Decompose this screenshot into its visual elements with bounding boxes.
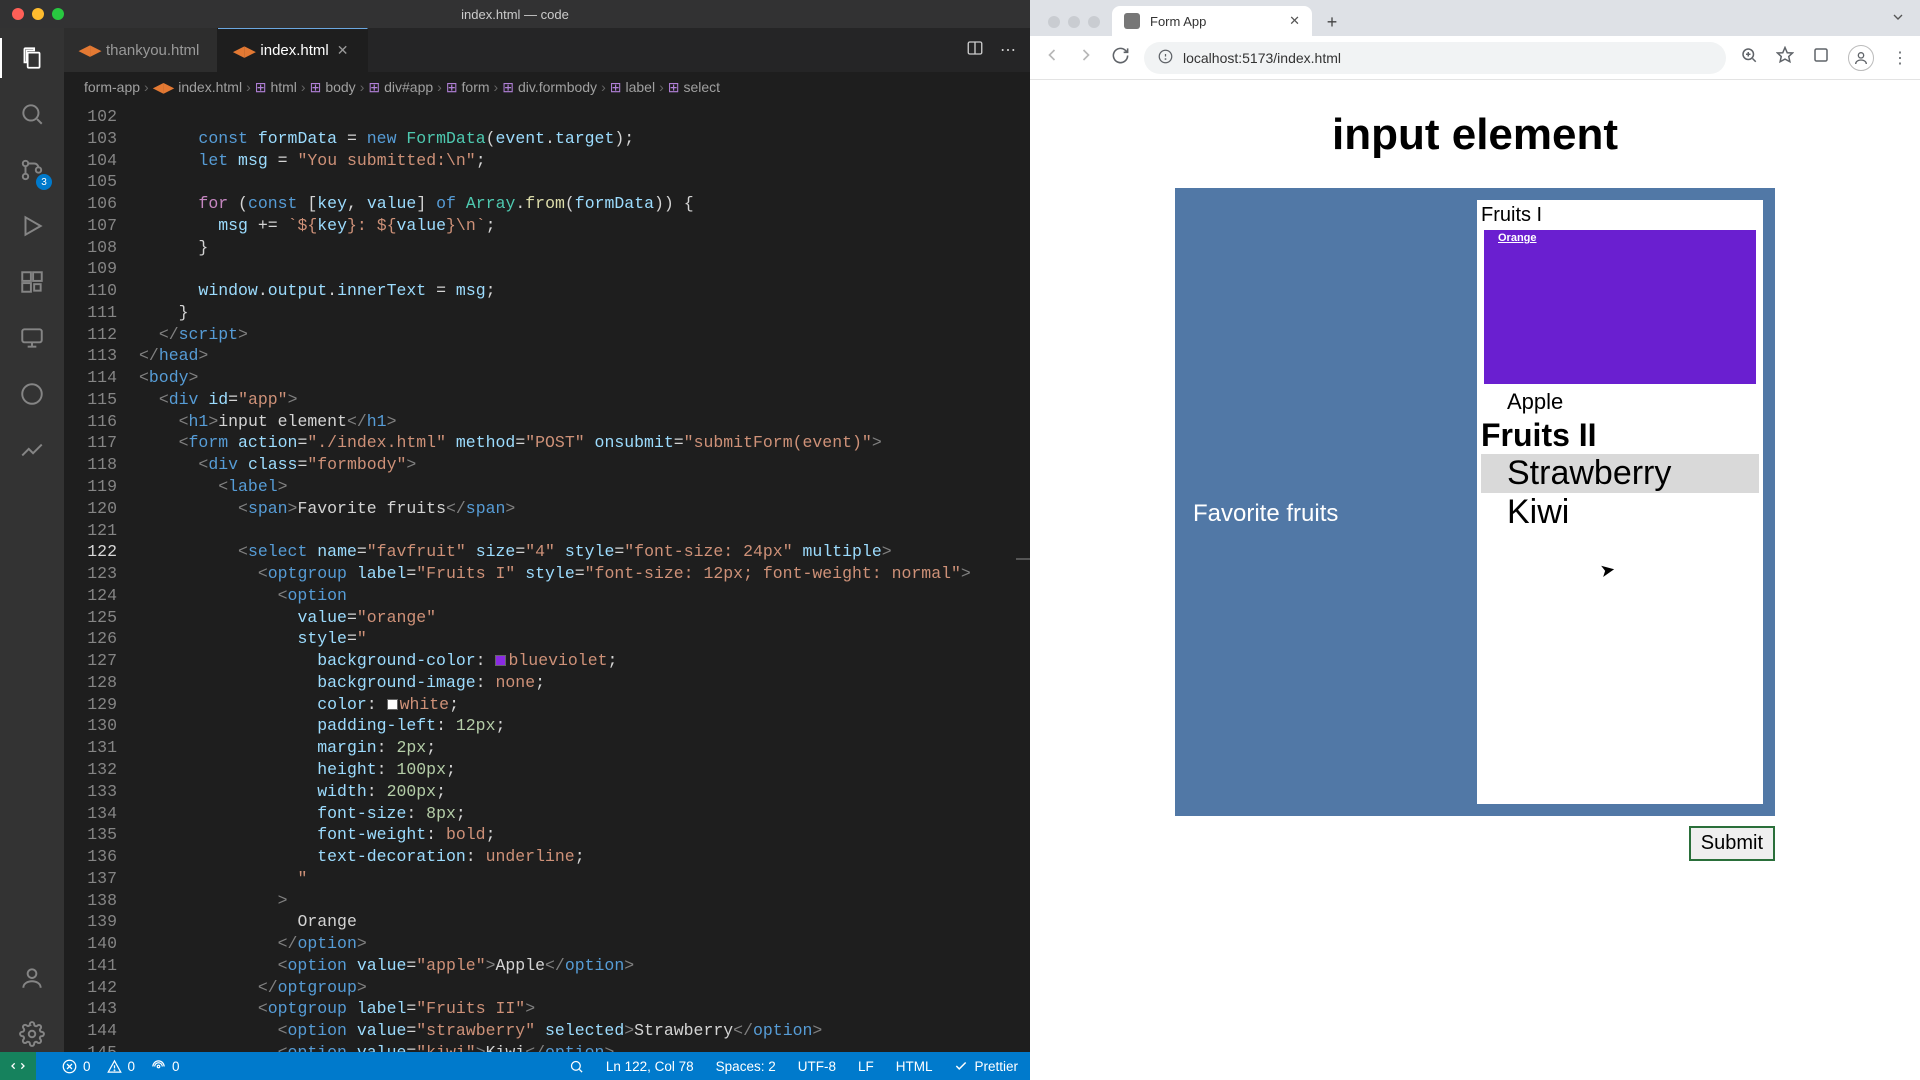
profile-avatar[interactable] bbox=[1848, 45, 1874, 71]
html-file-icon: ◀▶ bbox=[236, 43, 252, 59]
option-strawberry[interactable]: Strawberry bbox=[1481, 454, 1759, 493]
new-tab-button[interactable]: + bbox=[1318, 8, 1346, 36]
crumb-item[interactable]: ⊞ form bbox=[446, 79, 490, 96]
tab-thankyou[interactable]: ◀▶ thankyou.html bbox=[64, 28, 218, 72]
form-body: Favorite fruits Fruits I Orange Apple Fr… bbox=[1175, 188, 1775, 816]
minimize-window-button[interactable] bbox=[32, 8, 44, 20]
crumb-item[interactable]: form-app bbox=[84, 79, 140, 95]
optgroup-fruits-1: Fruits I bbox=[1481, 204, 1759, 227]
status-language[interactable]: HTML bbox=[896, 1059, 933, 1074]
browser-zoom-button[interactable] bbox=[1088, 16, 1100, 28]
minimap[interactable] bbox=[1016, 102, 1030, 1052]
browser-minimize-button[interactable] bbox=[1068, 16, 1080, 28]
optgroup-fruits-2: Fruits II bbox=[1481, 417, 1759, 454]
traffic-lights bbox=[12, 8, 64, 20]
favicon-icon bbox=[1124, 13, 1140, 29]
close-icon[interactable]: ✕ bbox=[1289, 13, 1300, 29]
breadcrumb[interactable]: form-app› ◀▶ index.html› ⊞ html› ⊞ body›… bbox=[64, 72, 1030, 102]
code-content[interactable]: const formData = new FormData(event.targ… bbox=[139, 102, 1030, 1052]
remote-explorer-icon[interactable] bbox=[14, 320, 50, 356]
tab-label: index.html bbox=[260, 42, 328, 59]
crumb-item[interactable]: ⊞ html bbox=[255, 79, 297, 96]
site-info-icon[interactable] bbox=[1158, 49, 1173, 67]
activity-bar: 3 bbox=[0, 28, 64, 1052]
bookmark-star-icon[interactable] bbox=[1776, 46, 1794, 69]
browser-traffic-lights bbox=[1040, 16, 1112, 36]
editor-tabs: ◀▶ thankyou.html ◀▶ index.html ✕ ⋯ bbox=[64, 28, 1030, 72]
status-errors[interactable]: 0 bbox=[62, 1059, 91, 1074]
browser-chrome: Form App ✕ + localhost:5173/index bbox=[1030, 0, 1920, 80]
close-window-button[interactable] bbox=[12, 8, 24, 20]
option-apple[interactable]: Apple bbox=[1481, 387, 1759, 417]
run-debug-icon[interactable] bbox=[14, 208, 50, 244]
reload-button[interactable] bbox=[1110, 46, 1130, 70]
tab-index[interactable]: ◀▶ index.html ✕ bbox=[218, 28, 367, 72]
accounts-icon[interactable] bbox=[14, 960, 50, 996]
browser-close-button[interactable] bbox=[1048, 16, 1060, 28]
editor-region: ◀▶ thankyou.html ◀▶ index.html ✕ ⋯ form- bbox=[64, 28, 1030, 1052]
vscode-window: index.html — code 3 bbox=[0, 0, 1030, 1080]
status-eol[interactable]: LF bbox=[858, 1059, 874, 1074]
status-encoding[interactable]: UTF-8 bbox=[798, 1059, 836, 1074]
status-formatter[interactable]: Prettier bbox=[954, 1059, 1018, 1074]
tab-label: thankyou.html bbox=[106, 42, 199, 59]
status-warnings[interactable]: 0 bbox=[107, 1059, 136, 1074]
browser-window: Form App ✕ + localhost:5173/index bbox=[1030, 0, 1920, 1080]
forward-button[interactable] bbox=[1076, 45, 1096, 70]
settings-gear-icon[interactable] bbox=[14, 1016, 50, 1052]
source-control-icon[interactable]: 3 bbox=[14, 152, 50, 188]
live-share-icon[interactable] bbox=[14, 376, 50, 412]
mac-titlebar: index.html — code bbox=[0, 0, 1030, 28]
option-kiwi[interactable]: Kiwi bbox=[1481, 493, 1759, 532]
address-bar[interactable]: localhost:5173/index.html bbox=[1144, 42, 1726, 74]
extensions-puzzle-icon[interactable] bbox=[1812, 46, 1830, 69]
split-editor-icon[interactable] bbox=[966, 39, 984, 62]
close-icon[interactable]: ✕ bbox=[337, 42, 349, 59]
crumb-item[interactable]: ⊞ div#app bbox=[368, 79, 433, 96]
page-heading: input element bbox=[1150, 110, 1800, 160]
crumb-item[interactable]: ⊞ label bbox=[610, 79, 655, 96]
more-actions-icon[interactable]: ⋯ bbox=[1000, 40, 1016, 60]
status-cursor[interactable]: Ln 122, Col 78 bbox=[606, 1059, 694, 1074]
status-spaces[interactable]: Spaces: 2 bbox=[716, 1059, 776, 1074]
remote-indicator[interactable] bbox=[0, 1052, 36, 1080]
fruits-select[interactable]: Fruits I Orange Apple Fruits II Strawber… bbox=[1477, 200, 1763, 804]
browser-tab-title: Form App bbox=[1150, 14, 1206, 29]
favorite-fruits-label: Favorite fruits bbox=[1187, 200, 1477, 528]
scm-badge: 3 bbox=[36, 174, 52, 190]
search-icon[interactable] bbox=[14, 96, 50, 132]
explorer-icon[interactable] bbox=[14, 40, 50, 76]
crumb-item[interactable]: ⊞ select bbox=[668, 79, 720, 96]
extensions-icon[interactable] bbox=[14, 264, 50, 300]
status-find[interactable] bbox=[569, 1059, 584, 1074]
browser-tab[interactable]: Form App ✕ bbox=[1112, 6, 1312, 36]
zoom-window-button[interactable] bbox=[52, 8, 64, 20]
status-ports[interactable]: 0 bbox=[151, 1059, 180, 1074]
window-title: index.html — code bbox=[461, 7, 569, 22]
graph-icon[interactable] bbox=[14, 432, 50, 468]
kebab-menu-icon[interactable]: ⋮ bbox=[1892, 48, 1908, 68]
editor-actions: ⋯ bbox=[966, 28, 1030, 72]
status-bar: 0 0 0 Ln 122, Col 78 Spaces: 2 UTF-8 LF … bbox=[0, 1052, 1030, 1080]
expand-tabs-icon[interactable] bbox=[1876, 9, 1920, 36]
zoom-icon[interactable] bbox=[1740, 46, 1758, 69]
code-editor-area[interactable]: 1021031041051061071081091101111121131141… bbox=[64, 102, 1030, 1052]
back-button[interactable] bbox=[1042, 45, 1062, 70]
submit-button[interactable]: Submit bbox=[1689, 826, 1775, 861]
option-orange[interactable]: Orange bbox=[1484, 230, 1756, 384]
url-text: localhost:5173/index.html bbox=[1183, 50, 1341, 66]
browser-toolbar: localhost:5173/index.html ⋮ bbox=[1030, 36, 1920, 80]
html-file-icon: ◀▶ bbox=[82, 42, 98, 58]
browser-tabstrip: Form App ✕ + bbox=[1030, 0, 1920, 36]
crumb-item[interactable]: ◀▶ index.html bbox=[153, 79, 242, 96]
line-gutter: 1021031041051061071081091101111121131141… bbox=[64, 102, 139, 1052]
crumb-item[interactable]: ⊞ div.formbody bbox=[502, 79, 597, 96]
page-content: input element Favorite fruits Fruits I O… bbox=[1030, 80, 1920, 1080]
crumb-item[interactable]: ⊞ body bbox=[310, 79, 356, 96]
